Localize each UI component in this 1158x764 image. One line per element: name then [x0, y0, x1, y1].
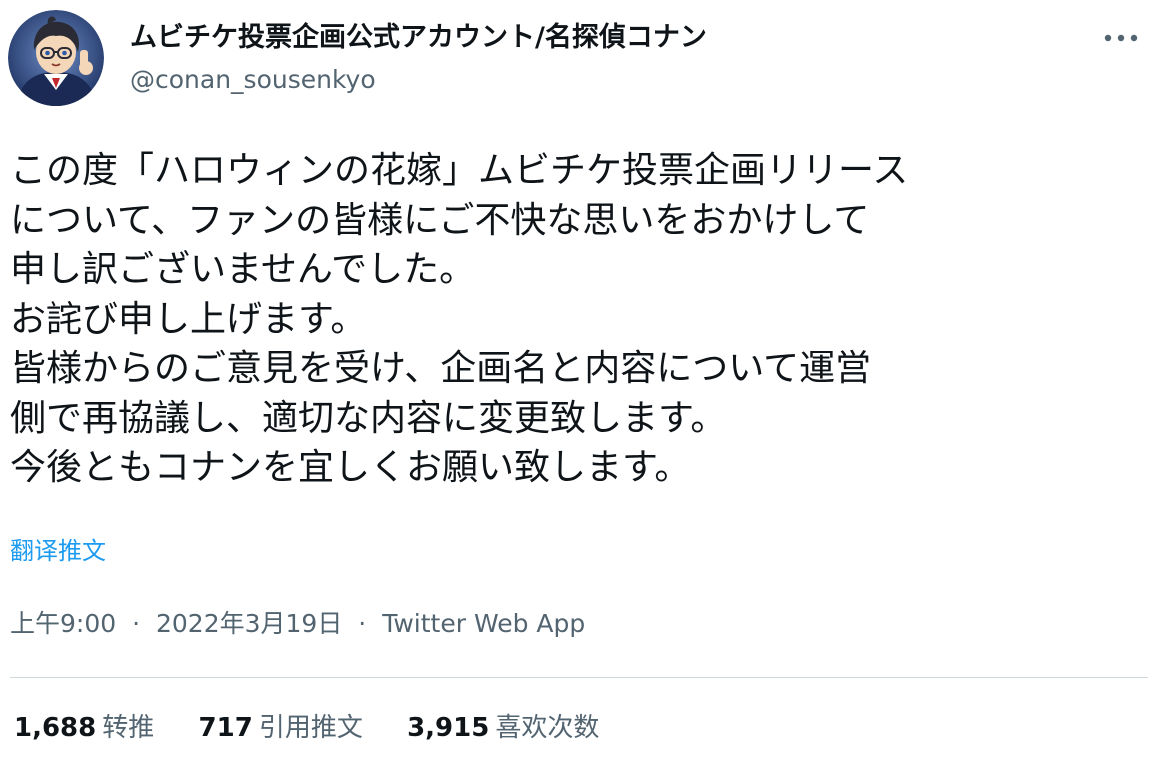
- likes-stat[interactable]: 3,915 喜欢次数: [407, 709, 599, 747]
- more-horizontal-icon: [1104, 34, 1138, 42]
- retweets-count: 1,688: [14, 713, 97, 743]
- quote-tweets-label: 引用推文: [258, 713, 363, 743]
- detective-avatar-icon[interactable]: [8, 10, 104, 106]
- quote-tweets-count: 717: [198, 713, 253, 743]
- tweet-text-line: 今後ともコナンを宜しくお願い致します。: [10, 447, 691, 488]
- tweet-time-link[interactable]: 上午9:00: [10, 609, 116, 638]
- tweet-author: ムビチケ投票企画公式アカウント/名探偵コナン @conan_sousenkyo: [130, 18, 707, 100]
- meta-separator: ·: [358, 609, 367, 638]
- tweet-text-line: お詫び申し上げます。: [10, 298, 367, 340]
- tweet-text-line: 申し訳ございませんでした。: [10, 249, 476, 290]
- tweet-text-line: について、ファンの皆様にご不快な思いをおかけして: [10, 199, 870, 241]
- retweets-stat[interactable]: 1,688 转推: [14, 709, 154, 747]
- tweet-meta: 上午9:00 · 2022年3月19日 · Twitter Web App: [10, 606, 585, 642]
- tweet-date-link[interactable]: 2022年3月19日: [156, 609, 342, 638]
- tweet-text-line: 側で再協議し、適切な内容に変更致します。: [10, 397, 727, 439]
- stats-divider: [10, 677, 1148, 678]
- author-display-name[interactable]: ムビチケ投票企画公式アカウント/名探偵コナン: [130, 18, 707, 58]
- author-handle[interactable]: @conan_sousenkyo: [130, 60, 707, 100]
- tweet-stats: 1,688 转推 717 引用推文 3,915 喜欢次数: [14, 709, 635, 747]
- tweet-card: ムビチケ投票企画公式アカウント/名探偵コナン @conan_sousenkyo …: [0, 0, 1158, 764]
- tweet-text-line: 皆様からのご意見を受け、企画名と内容について運営: [10, 348, 872, 389]
- more-options-button[interactable]: [1098, 22, 1144, 54]
- tweet-source-link[interactable]: Twitter Web App: [382, 609, 585, 638]
- retweets-label: 转推: [102, 713, 155, 743]
- tweet-text-line: この度「ハロウィンの花嫁」ムビチケ投票企画リリース: [10, 150, 909, 191]
- likes-label: 喜欢次数: [495, 713, 600, 743]
- meta-separator: ·: [132, 609, 141, 638]
- tweet-text: この度「ハロウィンの花嫁」ムビチケ投票企画リリース について、ファンの皆様にご不…: [10, 146, 1140, 493]
- quote-tweets-stat[interactable]: 717 引用推文: [199, 709, 363, 747]
- translate-tweet-link[interactable]: 翻译推文: [10, 534, 106, 568]
- likes-count: 3,915: [407, 713, 490, 743]
